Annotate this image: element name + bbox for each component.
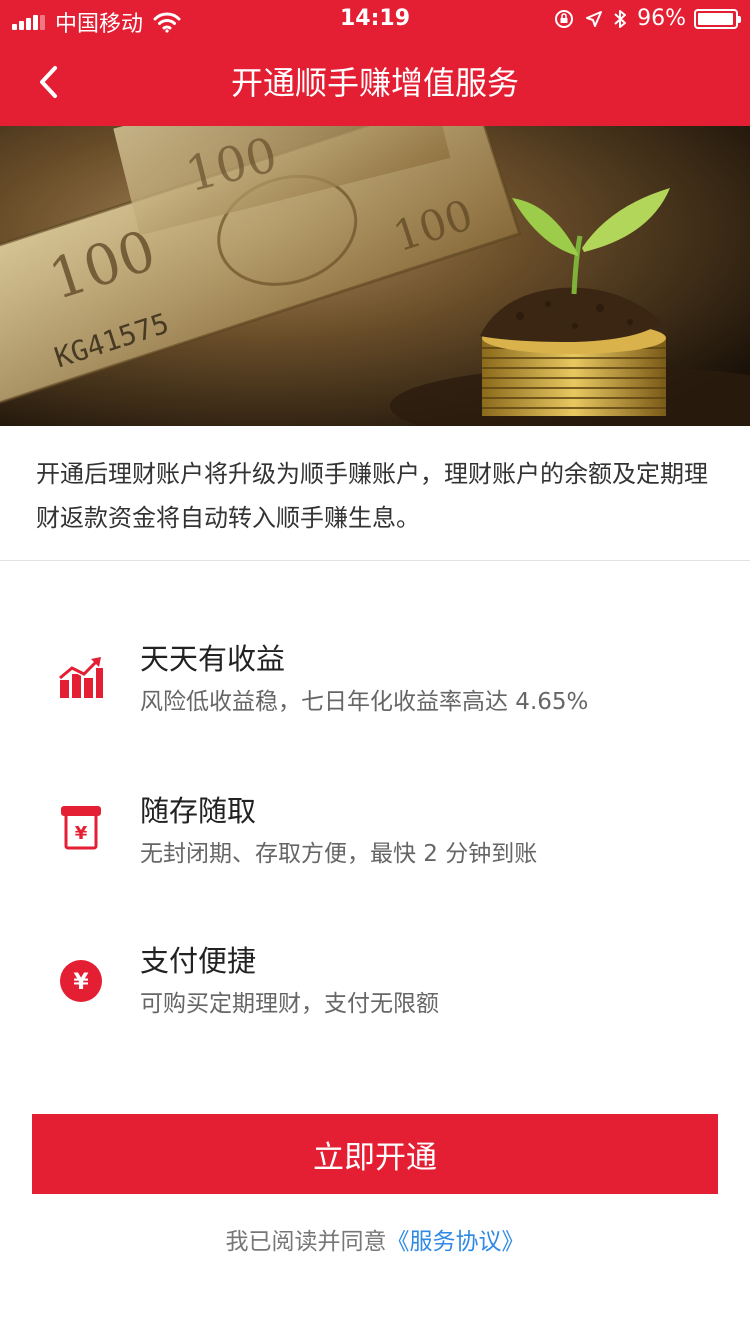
agreement-line: 我已阅读并同意《服务协议》: [0, 1222, 750, 1256]
feature-title: 天天有收益: [140, 642, 286, 676]
feature-easy-payment: ¥ 支付便捷 可购买定期理财，支付无限额: [0, 938, 750, 1048]
banner-image: 100 100 KG41575 100: [0, 126, 750, 426]
feature-daily-income: 天天有收益 风险低收益稳，七日年化收益率高达 4.65%: [0, 636, 750, 746]
feature-title: 随存随取: [140, 794, 257, 828]
header: 中国移动 14:19 96% 开通顺手赚增值服务: [0, 0, 750, 126]
svg-text:¥: ¥: [75, 823, 88, 844]
battery-icon: [694, 8, 741, 29]
svg-text:¥: ¥: [73, 970, 89, 995]
bluetooth-icon: [614, 9, 627, 28]
feature-subtitle: 可购买定期理财，支付无限额: [140, 991, 439, 1017]
rotation-lock-icon: [555, 9, 574, 28]
yuan-circle-icon: ¥: [60, 960, 102, 1002]
service-description: 开通后理财账户将升级为顺手赚账户，理财账户的余额及定期理财返款资金将自动转入顺手…: [36, 460, 708, 532]
feature-subtitle: 风险低收益稳，七日年化收益率高达 4.65%: [140, 689, 589, 715]
feature-subtitle: 无封闭期、存取方便，最快 2 分钟到账: [140, 841, 538, 867]
trend-chart-icon: [58, 657, 103, 698]
status-bar: 中国移动 14:19 96%: [0, 0, 750, 40]
money-plant-illustration: 100 100 KG41575 100: [0, 126, 750, 426]
agreement-prefix: 我已阅读并同意: [225, 1229, 387, 1255]
divider: [0, 560, 750, 561]
yuan-box-icon: ¥: [61, 806, 101, 850]
feature-flexible-access: ¥ 随存随取 无封闭期、存取方便，最快 2 分钟到账: [0, 788, 750, 898]
location-icon: [586, 10, 603, 27]
feature-title: 支付便捷: [140, 944, 257, 978]
open-now-button[interactable]: 立即开通: [32, 1114, 718, 1194]
page-title: 开通顺手赚增值服务: [230, 64, 519, 102]
battery-level: [698, 12, 733, 25]
battery-percent: 96%: [637, 6, 686, 31]
status-right: 96%: [553, 6, 741, 31]
service-agreement-link[interactable]: 《服务协议》: [387, 1229, 525, 1255]
